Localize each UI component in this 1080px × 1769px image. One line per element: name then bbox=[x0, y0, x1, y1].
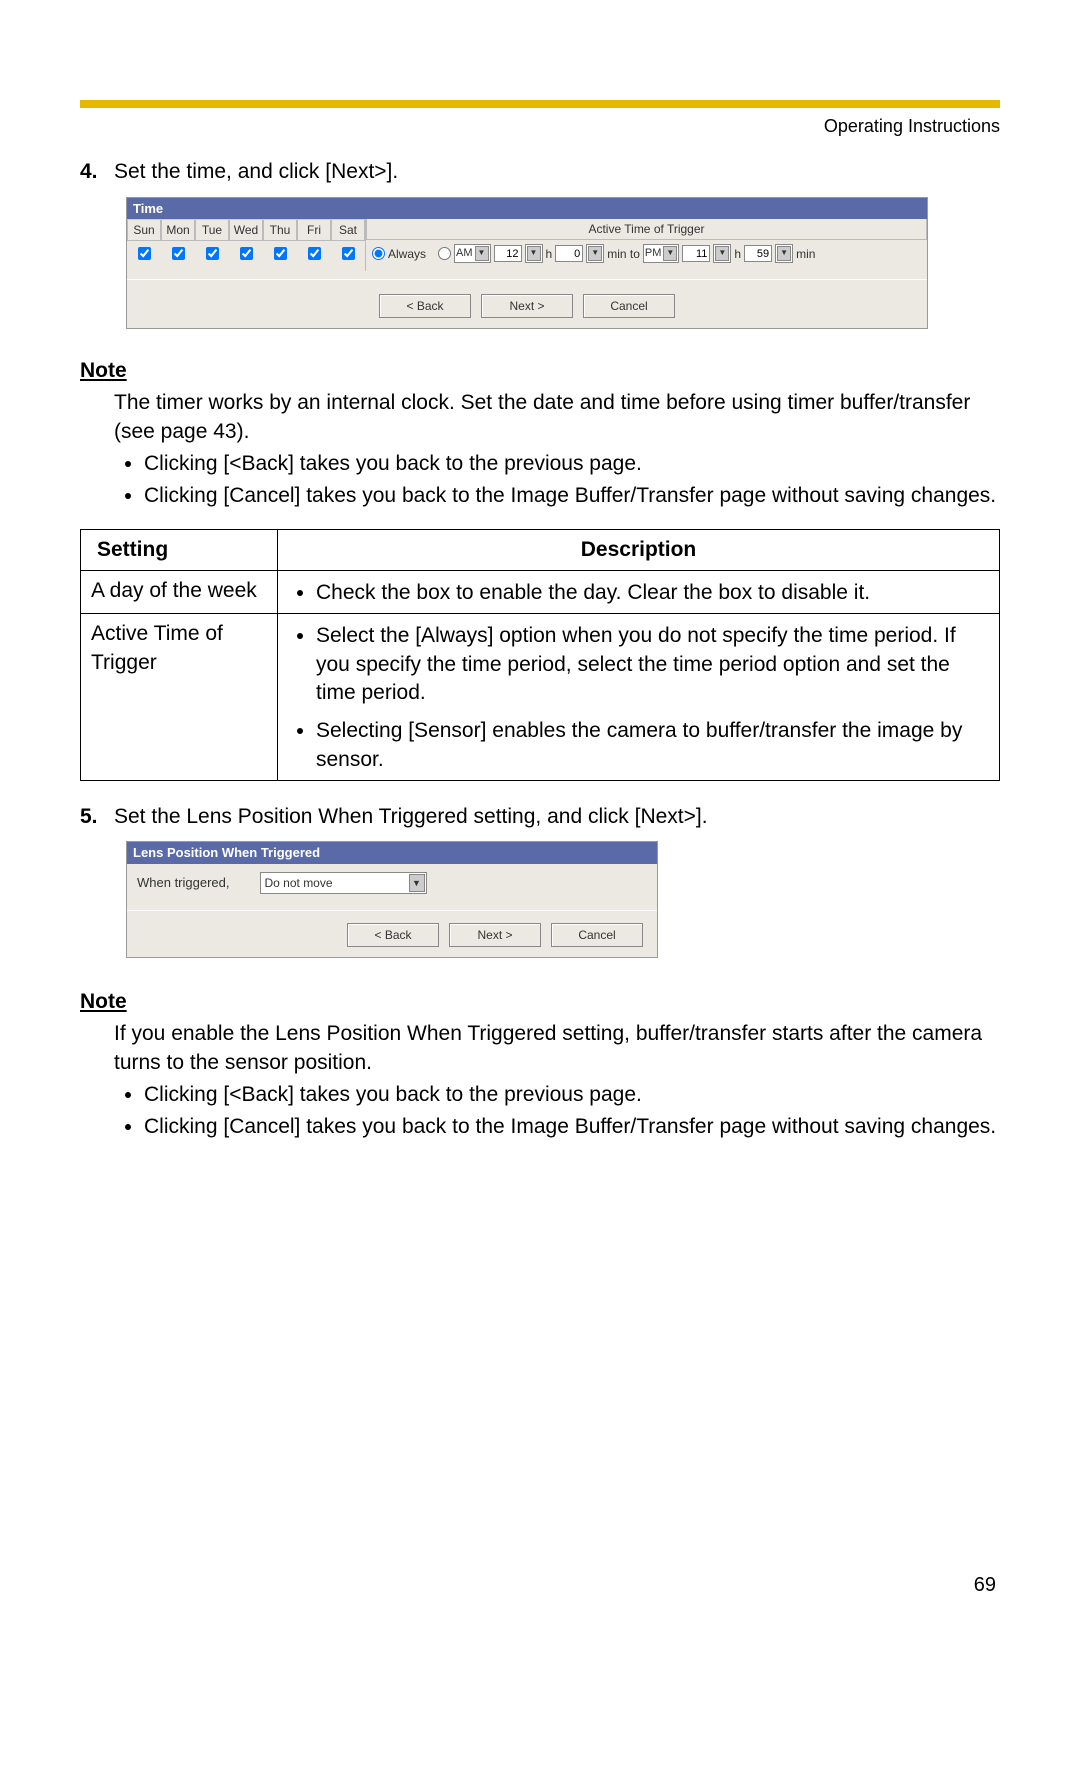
settings-table: Setting Description A day of the week Ch… bbox=[80, 529, 1000, 781]
chevron-down-icon: ▼ bbox=[777, 246, 791, 261]
note-2-bullet-1: Clicking [<Back] takes you back to the p… bbox=[144, 1081, 1000, 1109]
chevron-down-icon: ▼ bbox=[663, 246, 677, 261]
time-back-button[interactable]: < Back bbox=[379, 294, 471, 318]
from-ampm-select[interactable]: AM▼ bbox=[454, 244, 491, 263]
step-5: 5. Set the Lens Position When Triggered … bbox=[80, 803, 1000, 831]
to-ampm-select[interactable]: PM▼ bbox=[643, 244, 680, 263]
radio-always[interactable] bbox=[372, 247, 385, 260]
to-min-input[interactable] bbox=[744, 245, 772, 262]
radio-period[interactable] bbox=[438, 247, 451, 260]
time-cancel-button[interactable]: Cancel bbox=[583, 294, 675, 318]
step-4: 4. Set the time, and click [Next>]. bbox=[80, 158, 1000, 186]
day-head-thu: Thu bbox=[263, 220, 297, 241]
from-hour-select[interactable]: ▼ bbox=[525, 244, 543, 263]
h-label-2: h bbox=[734, 246, 741, 262]
day-head-wed: Wed bbox=[229, 220, 263, 241]
from-min-input[interactable] bbox=[555, 245, 583, 262]
chevron-down-icon: ▼ bbox=[409, 874, 425, 892]
day-check-sun[interactable] bbox=[138, 247, 151, 260]
lens-back-button[interactable]: < Back bbox=[347, 923, 439, 947]
page-number: 69 bbox=[974, 1572, 996, 1599]
note-2-para: If you enable the Lens Position When Tri… bbox=[114, 1020, 1000, 1077]
note-2-bullet-2: Clicking [Cancel] takes you back to the … bbox=[144, 1113, 1000, 1141]
note-1-bullet-2: Clicking [Cancel] takes you back to the … bbox=[144, 482, 1000, 510]
active-time-head: Active Time of Trigger bbox=[366, 219, 927, 240]
day-head-sat: Sat bbox=[331, 220, 365, 241]
chevron-down-icon: ▼ bbox=[475, 246, 489, 261]
day-check-fri[interactable] bbox=[308, 247, 321, 260]
note-2-heading: Note bbox=[80, 988, 1000, 1016]
from-min-select[interactable]: ▼ bbox=[586, 244, 604, 263]
note-1-list: Clicking [<Back] takes you back to the p… bbox=[80, 450, 1000, 511]
table-r1-setting: A day of the week bbox=[81, 570, 278, 613]
step-4-number: 4. bbox=[80, 158, 114, 186]
to-ampm-value: PM bbox=[645, 246, 662, 261]
radio-always-label: Always bbox=[388, 246, 426, 262]
lens-position-value: Do not move bbox=[265, 875, 333, 891]
chevron-down-icon: ▼ bbox=[715, 246, 729, 261]
time-panel: Time Sun Mon Tue Wed Thu Fri Sat Active … bbox=[126, 197, 928, 329]
table-head-description: Description bbox=[278, 529, 1000, 570]
note-2-list: Clicking [<Back] takes you back to the p… bbox=[80, 1081, 1000, 1142]
day-check-sat[interactable] bbox=[342, 247, 355, 260]
step-4-text: Set the time, and click [Next>]. bbox=[114, 158, 1000, 186]
day-head-sun: Sun bbox=[127, 220, 161, 241]
h-label-1: h bbox=[546, 246, 553, 262]
table-r2-setting: Active Time of Trigger bbox=[81, 614, 278, 781]
top-accent-bar bbox=[80, 100, 1000, 108]
to-hour-input[interactable] bbox=[682, 245, 710, 262]
from-hour-input[interactable] bbox=[494, 245, 522, 262]
day-check-wed[interactable] bbox=[240, 247, 253, 260]
lens-next-button[interactable]: Next > bbox=[449, 923, 541, 947]
from-ampm-value: AM bbox=[456, 246, 473, 261]
table-r2-desc-1: Select the [Always] option when you do n… bbox=[316, 622, 989, 707]
lens-cancel-button[interactable]: Cancel bbox=[551, 923, 643, 947]
lens-position-select[interactable]: Do not move ▼ bbox=[260, 872, 427, 894]
time-panel-title: Time bbox=[127, 198, 927, 220]
chevron-down-icon: ▼ bbox=[527, 246, 541, 261]
day-head-mon: Mon bbox=[161, 220, 195, 241]
day-check-thu[interactable] bbox=[274, 247, 287, 260]
chevron-down-icon: ▼ bbox=[588, 246, 602, 261]
min-to-label: min to bbox=[607, 246, 640, 262]
step-5-number: 5. bbox=[80, 803, 114, 831]
day-head-tue: Tue bbox=[195, 220, 229, 241]
lens-panel: Lens Position When Triggered When trigge… bbox=[126, 841, 658, 958]
day-columns: Sun Mon Tue Wed Thu Fri Sat bbox=[127, 219, 366, 271]
step-5-text: Set the Lens Position When Triggered set… bbox=[114, 803, 1000, 831]
day-check-tue[interactable] bbox=[206, 247, 219, 260]
note-1-para: The timer works by an internal clock. Se… bbox=[114, 389, 1000, 446]
min-label: min bbox=[796, 246, 815, 262]
table-r2-desc-2: Selecting [Sensor] enables the camera to… bbox=[316, 717, 989, 774]
lens-label: When triggered, bbox=[137, 874, 230, 892]
note-1-heading: Note bbox=[80, 357, 1000, 385]
table-head-setting: Setting bbox=[81, 529, 278, 570]
day-check-mon[interactable] bbox=[172, 247, 185, 260]
to-min-select[interactable]: ▼ bbox=[775, 244, 793, 263]
to-hour-select[interactable]: ▼ bbox=[713, 244, 731, 263]
lens-panel-title: Lens Position When Triggered bbox=[127, 842, 657, 864]
day-head-fri: Fri bbox=[297, 220, 331, 241]
header-right-text: Operating Instructions bbox=[80, 114, 1000, 138]
note-1-bullet-1: Clicking [<Back] takes you back to the p… bbox=[144, 450, 1000, 478]
table-r1-desc-1: Check the box to enable the day. Clear t… bbox=[316, 579, 989, 607]
time-next-button[interactable]: Next > bbox=[481, 294, 573, 318]
